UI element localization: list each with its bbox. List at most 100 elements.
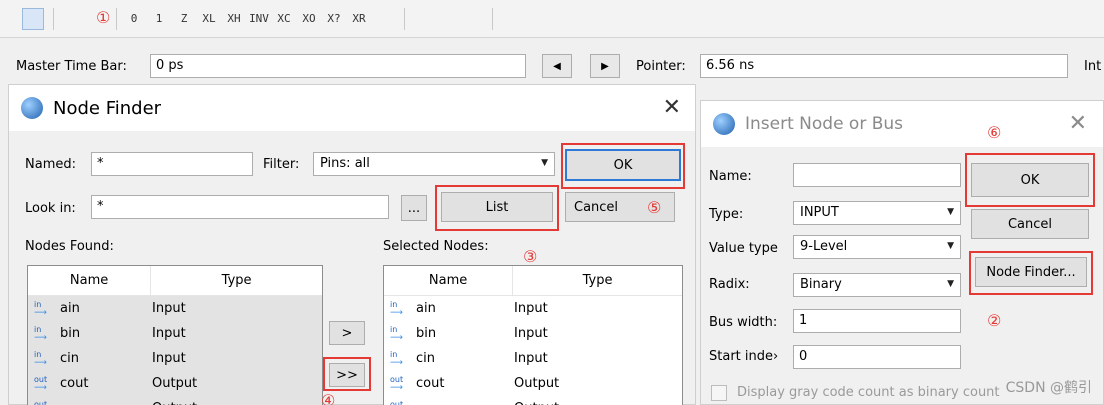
bus-width-label: Bus width: bbox=[709, 315, 778, 330]
selected-nodes-list[interactable]: Name Type in ⟶ ain Input in ⟶ bin Input in ⟶ cin In… bbox=[383, 265, 683, 405]
pointer-field[interactable]: 6.56 ns bbox=[700, 54, 1068, 78]
output-pin-icon: out⟶ bbox=[390, 399, 404, 405]
node-name: bin bbox=[416, 326, 437, 341]
pointer-tool-icon[interactable] bbox=[22, 7, 44, 30]
pointer-label: Pointer: bbox=[636, 59, 686, 74]
list-item[interactable]: in ⟶ ain Input bbox=[384, 296, 682, 321]
arbitrary-value-icon[interactable]: X? bbox=[323, 8, 345, 30]
master-time-bar-field[interactable]: 0 ps bbox=[150, 54, 526, 78]
node-name: cout bbox=[60, 376, 89, 391]
filter-select[interactable]: Pins: all bbox=[313, 152, 555, 176]
list-item[interactable]: in ⟶ bin Input bbox=[28, 321, 322, 346]
input-pin-icon: in ⟶ bbox=[390, 349, 403, 368]
input-pin-icon: in ⟶ bbox=[390, 324, 403, 343]
sort-icon[interactable] bbox=[436, 8, 458, 30]
highlight-insert-ok bbox=[965, 153, 1095, 207]
radix-label: Radix: bbox=[709, 277, 750, 292]
value-type-select[interactable]: 9-Level bbox=[793, 235, 961, 259]
insert-node-dialog: Insert Node or Bus ✕ ⑥ Name: Type: INPUT… bbox=[700, 100, 1104, 405]
snap-transitions-icon[interactable] bbox=[411, 8, 433, 30]
insert-node-titlebar: Insert Node or Bus bbox=[701, 101, 1103, 147]
filter-label: Filter: bbox=[263, 157, 300, 172]
count-value-icon[interactable]: XC bbox=[273, 8, 295, 30]
annotation-1: ① bbox=[96, 8, 111, 27]
forcing-clock-icon[interactable]: XO bbox=[298, 8, 320, 30]
col-name-header[interactable]: Name bbox=[28, 266, 152, 295]
selected-nodes-header: Name Type bbox=[384, 266, 682, 296]
node-type-cell: Input bbox=[152, 326, 186, 341]
node-name: cout bbox=[416, 376, 445, 391]
toolbar-separator bbox=[53, 7, 54, 30]
highlight-add-all bbox=[323, 357, 371, 391]
insert-node-title: Insert Node or Bus bbox=[745, 114, 904, 134]
start-index-label: Start inde› bbox=[709, 349, 779, 364]
type-select[interactable]: INPUT bbox=[793, 201, 961, 225]
node-type-cell: Input bbox=[514, 326, 548, 341]
annotation-2: ② bbox=[987, 311, 1002, 330]
prev-transition-button[interactable]: ◀ bbox=[542, 54, 572, 78]
output-pin-icon: out⟶ bbox=[34, 399, 48, 405]
list-item[interactable]: out ⟶ cout Output bbox=[384, 371, 682, 396]
next-transition-button[interactable]: ▶ bbox=[590, 54, 620, 78]
value-type-label: Value type bbox=[709, 241, 778, 256]
list-item[interactable]: out⟶ Output bbox=[384, 396, 682, 405]
close-icon[interactable]: ✕ bbox=[1069, 111, 1087, 136]
node-type-cell: Output bbox=[152, 376, 198, 391]
node-finder-title: Node Finder bbox=[53, 97, 162, 119]
radix-select[interactable]: Binary bbox=[793, 273, 961, 297]
col-type-header[interactable]: Type bbox=[151, 266, 322, 295]
high-impedance-icon[interactable]: Z bbox=[173, 8, 195, 30]
node-name-cell: out ⟶ cout bbox=[28, 375, 152, 392]
node-type-cell: Output bbox=[514, 376, 560, 391]
col-name-header[interactable]: Name bbox=[384, 266, 514, 295]
annotation-4: ④ bbox=[321, 391, 336, 405]
node-name: ain bbox=[60, 301, 80, 316]
add-selected-button[interactable]: > bbox=[329, 321, 365, 345]
name-input[interactable] bbox=[793, 163, 961, 187]
named-input[interactable]: * bbox=[91, 152, 253, 176]
insert-cancel-button[interactable]: Cancel bbox=[971, 209, 1089, 239]
grid-icon[interactable] bbox=[461, 8, 483, 30]
node-name-cell: out ⟶ cout bbox=[384, 375, 514, 392]
list-item[interactable]: out ⟶ cout Output bbox=[28, 371, 322, 396]
list-item[interactable]: in ⟶ cin Input bbox=[384, 346, 682, 371]
node-name-cell: in ⟶ cin bbox=[384, 349, 514, 368]
cancel-label: Cancel bbox=[574, 199, 619, 215]
gray-code-label: Display gray code count as binary count bbox=[737, 385, 1000, 400]
zoom-tool-icon[interactable] bbox=[60, 8, 82, 30]
node-name: cin bbox=[416, 351, 435, 366]
start-index-input[interactable]: 0 bbox=[793, 345, 961, 369]
watermark: CSDN @鹤引 bbox=[1005, 380, 1092, 396]
look-in-input[interactable]: * bbox=[91, 195, 389, 219]
gray-code-checkbox[interactable] bbox=[711, 385, 727, 401]
col-type-header[interactable]: Type bbox=[513, 266, 682, 295]
invert-icon[interactable]: INV bbox=[248, 8, 270, 30]
selected-nodes-rows: in ⟶ ain Input in ⟶ bin Input in ⟶ cin Input out ⟶ cou… bbox=[384, 296, 682, 405]
node-name-cell: in ⟶ ain bbox=[28, 300, 152, 317]
named-label: Named: bbox=[25, 157, 76, 172]
highlight-list bbox=[435, 185, 559, 231]
list-item[interactable]: out⟶ Output bbox=[28, 396, 322, 405]
bus-width-input[interactable]: 1 bbox=[793, 309, 961, 333]
toolbar-separator bbox=[404, 7, 405, 30]
weak-low-icon[interactable]: XL bbox=[198, 8, 220, 30]
annotation-6: ⑥ bbox=[987, 123, 1002, 142]
snap-to-grid-icon[interactable] bbox=[373, 8, 395, 30]
browse-button[interactable]: ... bbox=[401, 195, 427, 221]
highlight-ok bbox=[561, 143, 685, 189]
close-icon[interactable]: ✕ bbox=[663, 95, 681, 120]
ungroup-icon[interactable] bbox=[499, 8, 521, 30]
weak-high-icon[interactable]: XH bbox=[223, 8, 245, 30]
node-type-cell: Output bbox=[152, 401, 197, 405]
nodes-found-list[interactable]: Name Type in ⟶ ain Input in ⟶ bin Input in ⟶ cin In… bbox=[27, 265, 323, 405]
force-low-icon[interactable]: 0 bbox=[123, 8, 145, 30]
force-high-icon[interactable]: 1 bbox=[148, 8, 170, 30]
waveform-toolbar: 0 1 Z XL XH INV XC XO X? XR bbox=[0, 0, 1104, 38]
node-name-cell: out⟶ bbox=[384, 399, 514, 405]
list-item[interactable]: in ⟶ cin Input bbox=[28, 346, 322, 371]
random-value-icon[interactable]: XR bbox=[348, 8, 370, 30]
selected-nodes-label: Selected Nodes: bbox=[383, 239, 489, 254]
list-item[interactable]: in ⟶ ain Input bbox=[28, 296, 322, 321]
node-type-cell: Input bbox=[152, 351, 186, 366]
list-item[interactable]: in ⟶ bin Input bbox=[384, 321, 682, 346]
